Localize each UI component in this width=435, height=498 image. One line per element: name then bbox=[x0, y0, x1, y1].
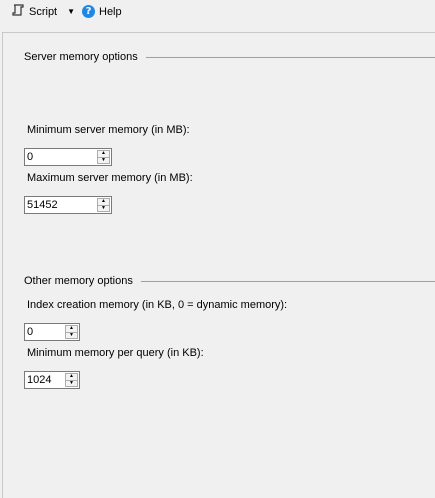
stepper-arrows: ▲ ▼ bbox=[97, 198, 110, 212]
chevron-down-icon[interactable]: ▼ bbox=[67, 7, 75, 16]
index-creation-memory-label: Index creation memory (in KB, 0 = dynami… bbox=[27, 299, 288, 311]
min-memory-per-query-input[interactable]: 1024 bbox=[25, 372, 65, 388]
spin-down-icon[interactable]: ▼ bbox=[65, 332, 78, 339]
help-icon: ? bbox=[82, 5, 95, 18]
divider bbox=[145, 56, 435, 58]
script-button[interactable]: Script ▼ bbox=[11, 3, 75, 20]
spin-down-icon[interactable]: ▼ bbox=[65, 380, 78, 387]
help-button[interactable]: ? Help bbox=[82, 3, 122, 20]
script-label: Script bbox=[29, 5, 58, 18]
other-memory-section-header: Other memory options bbox=[24, 275, 435, 287]
min-memory-per-query-label: Minimum memory per query (in KB): bbox=[27, 347, 204, 359]
divider bbox=[140, 280, 435, 282]
other-memory-section-title: Other memory options bbox=[24, 275, 133, 287]
min-server-memory-input[interactable]: 0 bbox=[25, 149, 97, 165]
stepper-arrows: ▲ ▼ bbox=[97, 150, 110, 164]
help-label: Help bbox=[99, 5, 122, 18]
script-icon bbox=[11, 3, 25, 20]
toolbar: Script ▼ ? Help bbox=[0, 0, 435, 24]
max-server-memory-label: Maximum server memory (in MB): bbox=[27, 172, 193, 184]
server-memory-section-title: Server memory options bbox=[24, 51, 138, 63]
max-server-memory-stepper[interactable]: 51452 ▲ ▼ bbox=[24, 196, 112, 214]
min-memory-per-query-stepper[interactable]: 1024 ▲ ▼ bbox=[24, 371, 80, 389]
max-server-memory-input[interactable]: 51452 bbox=[25, 197, 97, 213]
index-creation-memory-stepper[interactable]: 0 ▲ ▼ bbox=[24, 323, 80, 341]
min-server-memory-label: Minimum server memory (in MB): bbox=[27, 124, 190, 136]
spin-down-icon[interactable]: ▼ bbox=[97, 205, 110, 212]
server-memory-section-header: Server memory options bbox=[24, 51, 435, 63]
spin-down-icon[interactable]: ▼ bbox=[97, 157, 110, 164]
min-server-memory-stepper[interactable]: 0 ▲ ▼ bbox=[24, 148, 112, 166]
stepper-arrows: ▲ ▼ bbox=[65, 373, 78, 387]
index-creation-memory-input[interactable]: 0 bbox=[25, 324, 65, 340]
stepper-arrows: ▲ ▼ bbox=[65, 325, 78, 339]
memory-options-panel bbox=[2, 32, 435, 498]
